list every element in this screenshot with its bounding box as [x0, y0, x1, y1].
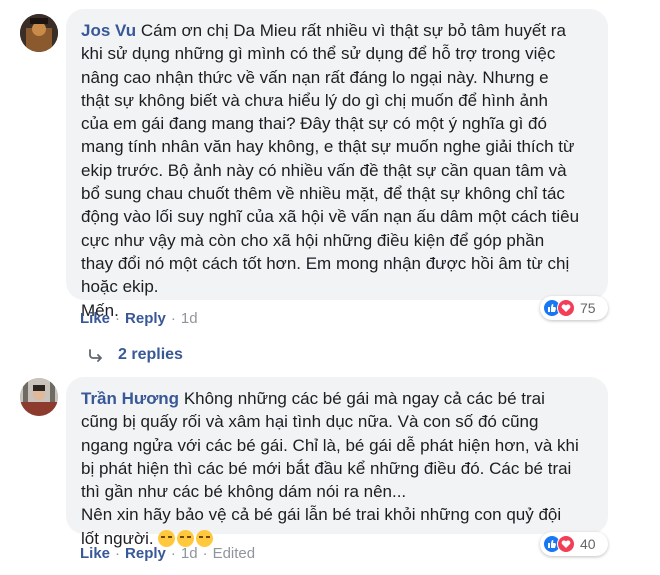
- reaction-count: 40: [580, 536, 596, 552]
- love-reaction-icon: [557, 535, 575, 553]
- comment-bubble: Jos Vu Cám ơn chị Da Mieu rất nhiều vì t…: [66, 9, 608, 320]
- comment-text: Không những các bé gái mà ngay cả các bé…: [81, 389, 579, 548]
- reaction-summary[interactable]: 75: [540, 296, 608, 320]
- separator: ·: [115, 545, 121, 562]
- reply-button[interactable]: Reply: [125, 310, 166, 327]
- comment-actions: Like · Reply · 1d: [80, 310, 198, 327]
- separator: ·: [170, 310, 176, 327]
- timestamp[interactable]: 1d: [181, 545, 198, 562]
- separator: ·: [115, 310, 121, 327]
- separator: ·: [170, 545, 176, 562]
- edited-label[interactable]: Edited: [213, 545, 256, 562]
- comment-text: Cám ơn chị Da Mieu rất nhiều vì thật sự …: [81, 21, 580, 320]
- comment-author[interactable]: Jos Vu: [81, 21, 136, 40]
- reaction-summary[interactable]: 40: [540, 532, 608, 556]
- like-button[interactable]: Like: [80, 545, 110, 562]
- comment-author[interactable]: Trần Hương: [81, 389, 179, 408]
- separator: ·: [202, 545, 208, 562]
- like-button[interactable]: Like: [80, 310, 110, 327]
- view-replies-link[interactable]: 2 replies: [88, 346, 183, 364]
- reply-arrow-icon: [89, 349, 102, 362]
- reaction-count: 75: [580, 300, 596, 316]
- timestamp[interactable]: 1d: [181, 310, 198, 327]
- avatar[interactable]: [20, 378, 58, 416]
- avatar[interactable]: [20, 14, 58, 52]
- reply-button[interactable]: Reply: [125, 545, 166, 562]
- replies-label[interactable]: 2 replies: [118, 346, 183, 364]
- comment-bubble: Trần Hương Không những các bé gái mà nga…: [66, 377, 608, 548]
- love-reaction-icon: [557, 299, 575, 317]
- comment-actions: Like · Reply · 1d · Edited: [80, 545, 255, 562]
